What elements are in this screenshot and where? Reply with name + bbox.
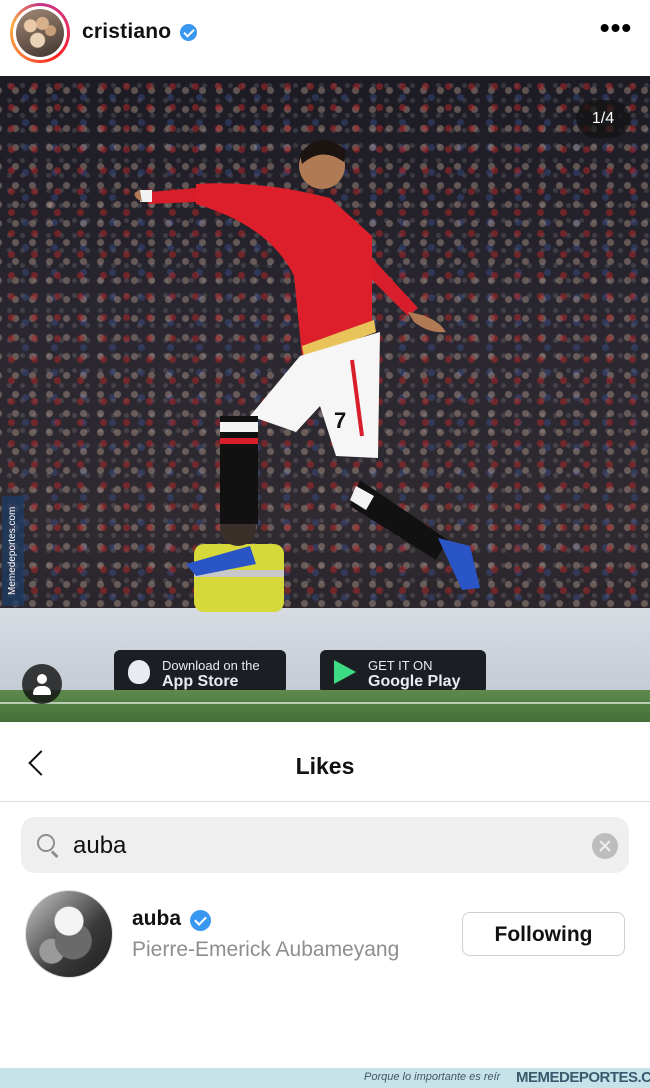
- image-counter: 1/4: [576, 100, 630, 138]
- post-username[interactable]: cristiano: [82, 20, 171, 44]
- page-title: Likes: [295, 753, 355, 779]
- clear-icon[interactable]: [592, 833, 618, 859]
- footer-tagline: Porque lo importante es reír: [364, 1071, 501, 1083]
- profile-avatar[interactable]: [10, 3, 70, 63]
- avatar-image: [16, 9, 64, 57]
- more-options-icon[interactable]: •••: [598, 14, 634, 46]
- footer-watermark-bar: Porque lo importante es reír MEMEDEPORTE…: [0, 1068, 650, 1088]
- footer-brand: MEMEDEPORTES.COM: [516, 1069, 650, 1086]
- search-input[interactable]: [71, 825, 555, 867]
- verified-badge-icon: [190, 910, 211, 931]
- result-username[interactable]: auba: [132, 907, 181, 931]
- following-button[interactable]: Following: [462, 912, 625, 956]
- list-item[interactable]: auba Pierre-Emerick Aubameyang Following: [0, 882, 650, 986]
- likes-header: Likes: [0, 722, 650, 802]
- result-full-name: Pierre-Emerick Aubameyang: [132, 938, 400, 961]
- user-tag-icon[interactable]: [22, 664, 62, 704]
- post-photo[interactable]: Download on the App Store GET IT ON Goog…: [0, 76, 650, 722]
- avatar[interactable]: [25, 890, 113, 978]
- search-icon: [37, 834, 59, 856]
- player-figure: 7: [134, 139, 480, 612]
- post-header: cristiano •••: [0, 0, 650, 76]
- verified-badge-icon: [180, 24, 197, 41]
- search-bar[interactable]: [21, 817, 629, 873]
- jersey-number: 7: [334, 408, 346, 433]
- side-watermark: Memedeportes.com: [2, 496, 24, 606]
